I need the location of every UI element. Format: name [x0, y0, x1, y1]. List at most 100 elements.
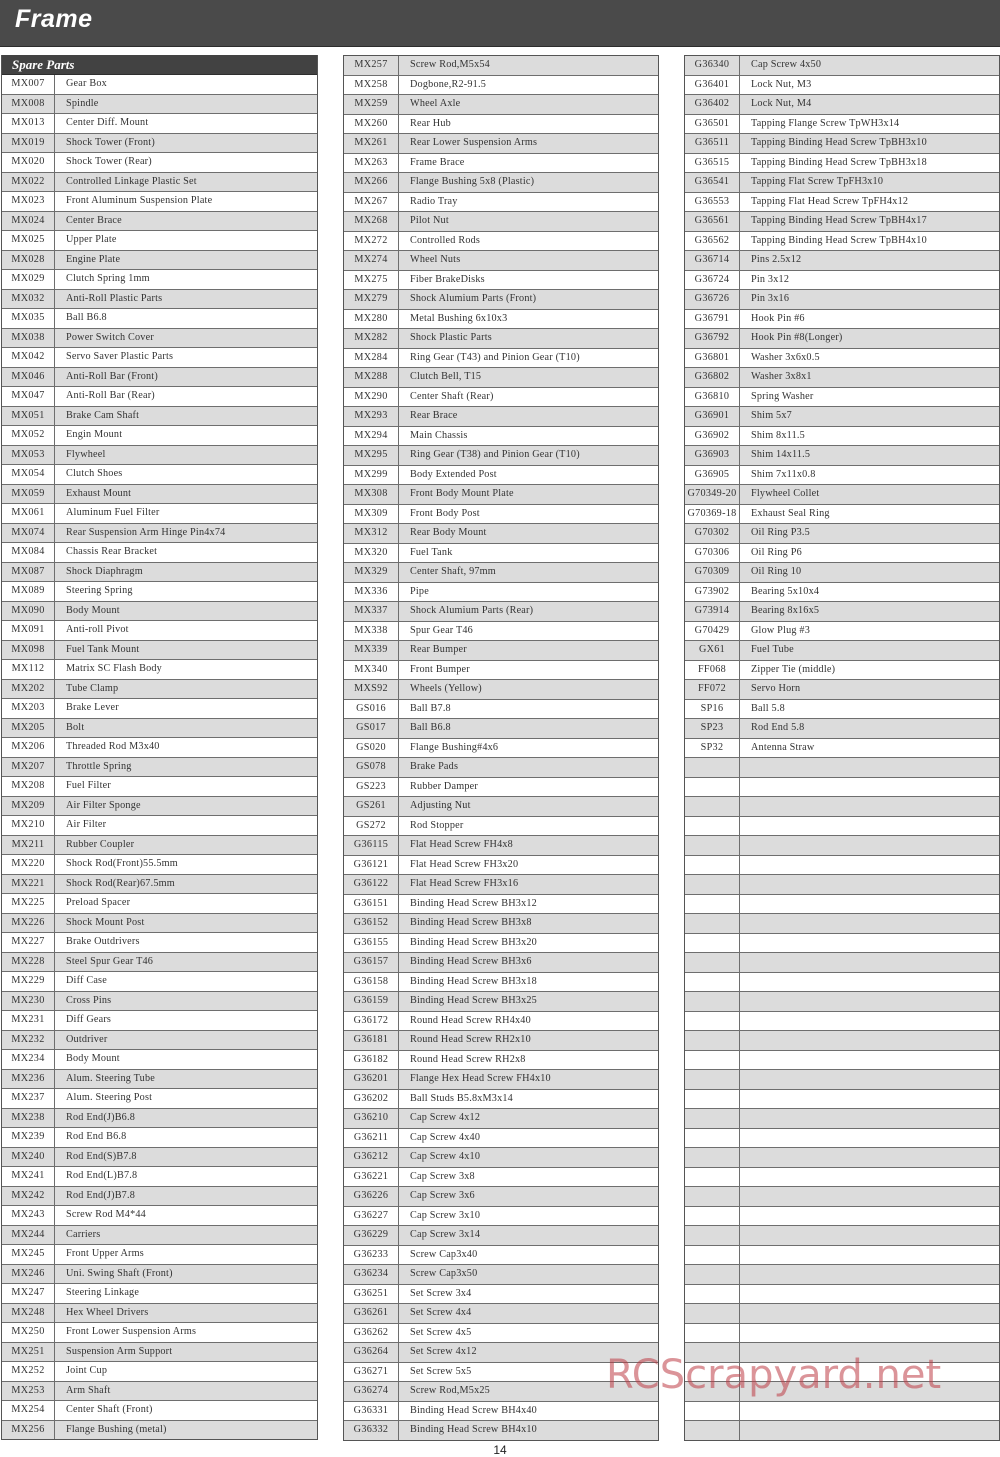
- table-row: [685, 758, 999, 778]
- table-row: MX267 Radio Tray: [344, 192, 658, 212]
- table-row: MX245 Front Upper Arms: [2, 1245, 317, 1265]
- table-row: [685, 1148, 999, 1168]
- part-code: G36905: [685, 465, 740, 484]
- part-description: Binding Head Screw BH3x20: [410, 936, 537, 948]
- part-code: MX007: [2, 75, 55, 94]
- part-description: Set Screw 5x5: [410, 1365, 472, 1377]
- part-code: MX028: [2, 250, 55, 269]
- table-row: [685, 972, 999, 992]
- part-code: [685, 1284, 740, 1303]
- part-description: Spring Washer: [751, 390, 814, 402]
- table-row: G36271 Set Screw 5x5: [344, 1362, 658, 1382]
- part-code: G36515: [685, 153, 740, 172]
- table-row: MX338 Spur Gear T46: [344, 621, 658, 641]
- table-row: GS261 Adjusting Nut: [344, 797, 658, 817]
- part-code: [685, 894, 740, 913]
- part-description: Gear Box: [66, 78, 107, 89]
- part-code: MX087: [2, 562, 55, 581]
- part-description: [740, 1324, 999, 1343]
- part-description: Chassis Rear Bracket: [66, 546, 158, 557]
- part-description: Fuel Tube: [751, 644, 794, 655]
- table-row: MX260 Rear Hub: [344, 114, 658, 134]
- part-code: MX230: [2, 991, 55, 1010]
- part-description: Shock Rod(Front)55.5mm: [66, 858, 178, 869]
- part-code: G36226: [344, 1187, 399, 1206]
- table-row: G36152 Binding Head Screw BH3x8: [344, 914, 658, 934]
- part-description: Aluminum Fuel Filter: [66, 507, 160, 518]
- part-description: Shock Diaphragm: [66, 565, 143, 577]
- part-code: [685, 1089, 740, 1108]
- part-code: MX248: [2, 1303, 55, 1322]
- part-code: MX288: [344, 368, 399, 387]
- table-row: GS272 Rod Stopper: [344, 816, 658, 836]
- part-description: Servo Horn: [751, 683, 801, 694]
- table-row: [685, 1304, 999, 1324]
- table-row: GS223 Rubber Damper: [344, 777, 658, 797]
- part-description: Fuel Tank Mount: [66, 643, 140, 655]
- part-code: MX046: [2, 367, 55, 386]
- part-description: Preload Spacer: [66, 897, 131, 908]
- table-row: MX309 Front Body Post: [344, 504, 658, 524]
- part-description: Rear Body Mount: [410, 527, 487, 538]
- part-code: G36562: [685, 231, 740, 250]
- part-code: MX338: [344, 621, 399, 640]
- table-row: G36155 Binding Head Screw BH3x20: [344, 933, 658, 953]
- part-description: Bearing 8x16x5: [751, 605, 820, 616]
- part-description: Round Head Screw RH2x10: [410, 1034, 531, 1045]
- part-code: MX089: [2, 582, 55, 601]
- part-code: SP23: [685, 719, 740, 738]
- part-description: Rod End 5.8: [751, 722, 805, 733]
- part-description: Throttle Spring: [66, 760, 132, 772]
- part-description: Arm Shaft: [66, 1384, 111, 1396]
- part-description: Rear Bumper: [410, 644, 467, 655]
- part-description: Steering Linkage: [66, 1287, 140, 1298]
- part-description: Joint Cup: [66, 1365, 108, 1376]
- part-code: MX038: [2, 328, 55, 347]
- part-description: Alum. Steering Post: [66, 1092, 153, 1103]
- part-code: MX032: [2, 289, 55, 308]
- table-row: MX208 Fuel Filter: [2, 777, 317, 797]
- table-row: G36181 Round Head Screw RH2x10: [344, 1031, 658, 1051]
- part-code: G70309: [685, 563, 740, 582]
- part-code: MX247: [2, 1284, 55, 1303]
- table-row: [685, 894, 999, 914]
- table-row: MX090 Body Mount: [2, 601, 317, 621]
- table-row: [685, 836, 999, 856]
- part-description: Screw Cap3x40: [410, 1248, 478, 1260]
- table-row: MX248 Hex Wheel Drivers: [2, 1303, 317, 1323]
- part-code: MX267: [344, 192, 399, 211]
- part-code: MX023: [2, 192, 55, 211]
- part-description: [740, 992, 999, 1011]
- part-description: Flywheel Collet: [751, 488, 820, 499]
- part-code: G36158: [344, 972, 399, 991]
- table-row: MX282 Shock Plastic Parts: [344, 329, 658, 349]
- table-row: MX019 Shock Tower (Front): [2, 133, 317, 153]
- table-row: MX059 Exhaust Mount: [2, 484, 317, 504]
- part-code: MX112: [2, 660, 55, 679]
- part-description: [740, 1265, 999, 1284]
- table-row: G36210 Cap Screw 4x12: [344, 1109, 658, 1129]
- part-description: [740, 778, 999, 797]
- table-row: GS016 Ball B7.8: [344, 699, 658, 719]
- table-row: G36515 Tapping Binding Head Screw TpBH3x1…: [685, 153, 999, 173]
- table-row: G36226 Cap Screw 3x6: [344, 1187, 658, 1207]
- part-code: G36553: [685, 192, 740, 211]
- part-description: Rod End(S)B7.8: [66, 1150, 137, 1162]
- table-row: MX032 Anti-Roll Plastic Parts: [2, 289, 317, 309]
- part-description: Threaded Rod M3x40: [66, 741, 160, 752]
- part-description: Shim 7x11x0.8: [751, 468, 816, 480]
- part-code: G36340: [685, 56, 740, 75]
- part-description: Fuel Tank: [410, 546, 453, 558]
- table-row: G36159 Binding Head Screw BH3x25: [344, 992, 658, 1012]
- part-code: G36159: [344, 992, 399, 1011]
- part-code: SP16: [685, 699, 740, 718]
- part-code: MX294: [344, 426, 399, 445]
- part-description: Pin 3x16: [751, 293, 790, 304]
- table-row: G36802 Washer 3x8x1: [685, 368, 999, 388]
- part-description: [740, 1226, 999, 1245]
- part-code: G70349-20: [685, 485, 740, 504]
- part-description: Round Head Screw RH4x40: [410, 1014, 531, 1026]
- table-row: MX236 Alum. Steering Tube: [2, 1069, 317, 1089]
- table-row: G36903 Shim 14x11.5: [685, 446, 999, 466]
- table-row: [685, 1362, 999, 1382]
